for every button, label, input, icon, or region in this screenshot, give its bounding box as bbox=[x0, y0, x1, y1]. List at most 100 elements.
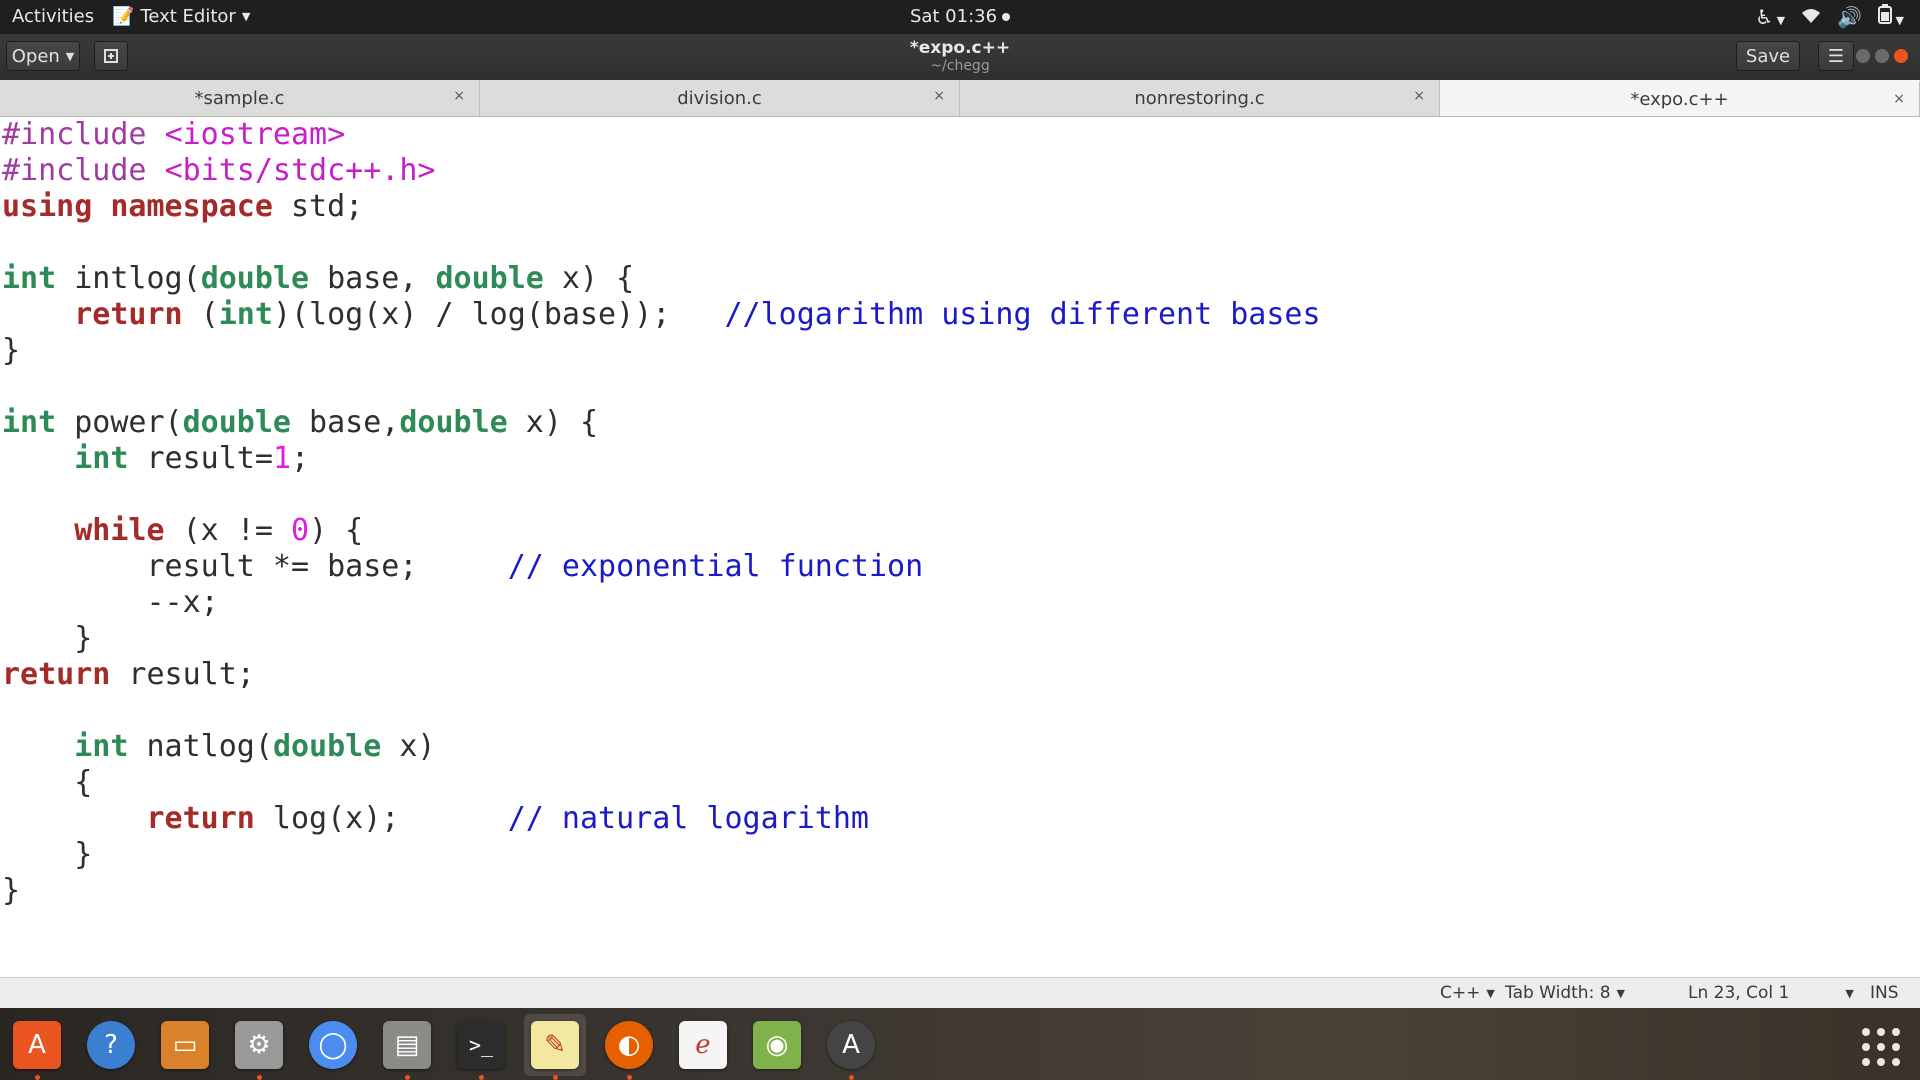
volume-icon[interactable]: 🔊 bbox=[1837, 5, 1862, 29]
battery-icon[interactable]: ▼ bbox=[1878, 4, 1904, 29]
code-token: 0 bbox=[291, 513, 310, 548]
code-token: int bbox=[218, 297, 273, 332]
running-indicator bbox=[35, 1075, 40, 1080]
tab-label: division.c bbox=[677, 87, 762, 109]
open-button[interactable]: Open ▼ bbox=[6, 41, 80, 71]
close-tab-icon[interactable]: × bbox=[933, 88, 945, 104]
software-center-launcher[interactable]: A bbox=[6, 1014, 68, 1080]
running-indicator bbox=[257, 1075, 262, 1080]
new-document-button[interactable] bbox=[94, 41, 128, 71]
code-token: while bbox=[74, 513, 165, 548]
terminal-launcher[interactable]: >_ bbox=[450, 1014, 512, 1080]
settings-launcher[interactable]: ⚙ bbox=[228, 1014, 290, 1080]
tab-width-selector[interactable]: Tab Width: 8 ▼ bbox=[1505, 983, 1625, 1003]
code-token: 1 bbox=[272, 441, 291, 476]
help-launcher[interactable]: ? bbox=[80, 1014, 142, 1076]
show-applications-button[interactable] bbox=[1862, 1028, 1900, 1066]
code-token: double bbox=[399, 405, 508, 440]
code-line[interactable]: while (x != 0) { bbox=[2, 513, 1321, 549]
tab-sample-c[interactable]: *sample.c × bbox=[0, 80, 480, 116]
cursor-position-selector[interactable]: Ln 23, Col 1 ▼ bbox=[1688, 983, 1854, 1003]
wifi-icon[interactable] bbox=[1801, 5, 1821, 29]
code-line[interactable]: } bbox=[2, 873, 1321, 909]
code-line[interactable]: { bbox=[2, 765, 1321, 801]
tab-division-c[interactable]: division.c × bbox=[480, 80, 960, 116]
chevron-down-icon: ▼ bbox=[1616, 986, 1625, 1000]
code-line[interactable]: } bbox=[2, 333, 1321, 369]
activities-button[interactable]: Activities bbox=[12, 6, 94, 27]
window-subtitle: ~/chegg bbox=[930, 58, 990, 74]
code-line[interactable]: #include <bits/stdc++.h> bbox=[2, 153, 1321, 189]
code-token: double bbox=[182, 405, 291, 440]
code-line[interactable]: int natlog(double x) bbox=[2, 729, 1321, 765]
code-line[interactable] bbox=[2, 225, 1321, 261]
code-line[interactable] bbox=[2, 369, 1321, 405]
dock: A ? ▭ ⚙ ◯ ▤ >_ ✎ ◐ ℯ ◉ A bbox=[0, 1008, 1920, 1080]
code-token: #include bbox=[2, 117, 165, 152]
code-line[interactable]: int intlog(double base, double x) { bbox=[2, 261, 1321, 297]
document-viewer-launcher[interactable]: ℯ bbox=[672, 1014, 734, 1076]
hamburger-menu-button[interactable]: ☰ bbox=[1818, 41, 1854, 71]
code-line[interactable]: #include <iostream> bbox=[2, 117, 1321, 153]
tab-nonrestoring-c[interactable]: nonrestoring.c × bbox=[960, 80, 1440, 116]
code-token: <bits/stdc++.h> bbox=[164, 153, 436, 188]
language-selector[interactable]: C++ ▼ bbox=[1440, 983, 1495, 1003]
running-indicator bbox=[479, 1075, 484, 1080]
insert-mode-indicator[interactable]: INS bbox=[1870, 983, 1899, 1003]
code-line[interactable]: return result; bbox=[2, 657, 1321, 693]
window-title: *expo.c++ bbox=[909, 38, 1011, 58]
files-launcher[interactable]: ▭ bbox=[154, 1014, 216, 1076]
code-token: natlog( bbox=[128, 729, 273, 764]
tab-width-label: Tab Width: 8 bbox=[1505, 983, 1611, 1003]
code-line[interactable]: result *= base; // exponential function bbox=[2, 549, 1321, 585]
close-button[interactable] bbox=[1894, 49, 1908, 63]
image-viewer-launcher[interactable]: ◉ bbox=[746, 1014, 808, 1076]
code-line[interactable]: return log(x); // natural logarithm bbox=[2, 801, 1321, 837]
code-line[interactable]: } bbox=[2, 837, 1321, 873]
firefox-launcher[interactable]: ◐ bbox=[598, 1014, 660, 1080]
code-line[interactable] bbox=[2, 477, 1321, 513]
tab-label: nonrestoring.c bbox=[1134, 87, 1265, 109]
code-token: result; bbox=[110, 657, 255, 692]
close-tab-icon[interactable]: × bbox=[453, 88, 465, 104]
file-cabinet-launcher[interactable]: ▤ bbox=[376, 1014, 438, 1080]
minimize-button[interactable] bbox=[1856, 49, 1870, 63]
code-line[interactable]: int power(double base,double x) { bbox=[2, 405, 1321, 441]
software-updater-launcher[interactable]: A bbox=[820, 1014, 882, 1080]
code-line[interactable] bbox=[2, 693, 1321, 729]
files-folder-icon: ▭ bbox=[161, 1021, 209, 1069]
save-button[interactable]: Save bbox=[1736, 41, 1800, 71]
app-menu[interactable]: 📝 Text Editor ▼ bbox=[112, 6, 250, 27]
code-token: using bbox=[2, 189, 93, 224]
code-text[interactable]: #include <iostream> #include <bits/stdc++… bbox=[2, 117, 1321, 909]
code-token: return bbox=[146, 801, 255, 836]
document-viewer-icon: ℯ bbox=[679, 1021, 727, 1069]
code-line[interactable]: } bbox=[2, 621, 1321, 657]
code-token: x) bbox=[381, 729, 436, 764]
code-token: } bbox=[2, 837, 93, 872]
code-token: #include bbox=[2, 153, 165, 188]
code-line[interactable]: --x; bbox=[2, 585, 1321, 621]
code-line[interactable]: using namespace std; bbox=[2, 189, 1321, 225]
chromium-launcher[interactable]: ◯ bbox=[302, 1014, 364, 1076]
maximize-button[interactable] bbox=[1875, 49, 1889, 63]
close-tab-icon[interactable]: × bbox=[1893, 91, 1905, 107]
code-token: <iostream> bbox=[164, 117, 346, 152]
code-token: // natural logarithm bbox=[507, 801, 869, 836]
clock-button[interactable]: Sat 01:36 bbox=[910, 6, 1011, 27]
tab-expo-cpp[interactable]: *expo.c++ × bbox=[1440, 80, 1920, 116]
text-editor-launcher[interactable]: ✎ bbox=[524, 1014, 586, 1080]
close-tab-icon[interactable]: × bbox=[1413, 88, 1425, 104]
code-token: { bbox=[2, 765, 93, 800]
code-line[interactable]: int result=1; bbox=[2, 441, 1321, 477]
code-editor[interactable]: #include <iostream> #include <bits/stdc++… bbox=[0, 117, 1920, 977]
language-label: C++ bbox=[1440, 983, 1481, 1003]
code-line[interactable]: return (int)(log(x) / log(base)); //loga… bbox=[2, 297, 1320, 333]
cursor-position-label: Ln 23, Col 1 bbox=[1688, 983, 1790, 1003]
code-token: double bbox=[272, 729, 382, 764]
accessibility-icon[interactable]: ♿ ▼ bbox=[1755, 5, 1785, 29]
code-token: power( bbox=[56, 405, 183, 440]
